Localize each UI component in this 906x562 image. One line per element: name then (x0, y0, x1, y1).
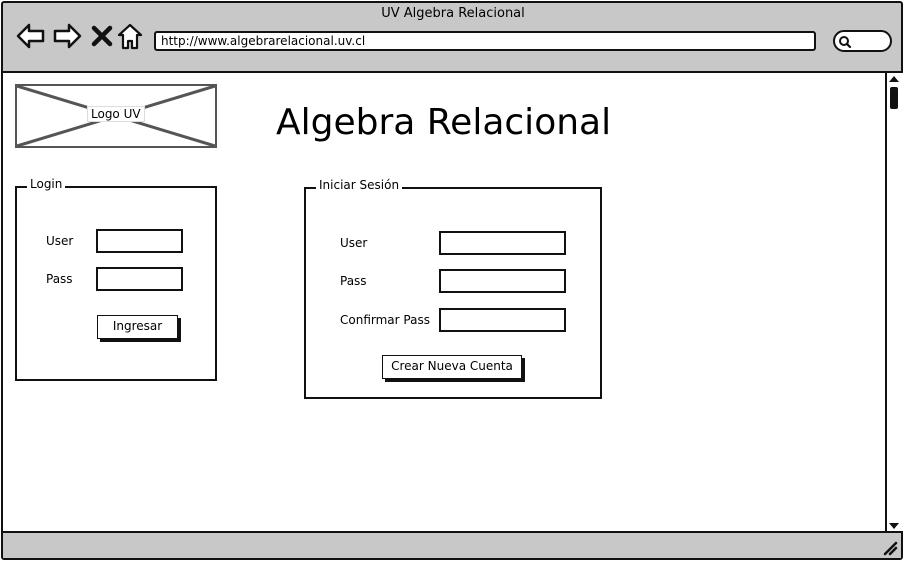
signup-pass-input[interactable] (439, 269, 566, 293)
back-arrow-icon[interactable] (16, 22, 46, 50)
login-submit-button[interactable]: Ingresar (97, 315, 178, 339)
create-account-button[interactable]: Crear Nueva Cuenta (382, 355, 522, 379)
scroll-down-arrow-icon[interactable] (888, 521, 900, 531)
scroll-thumb[interactable] (890, 87, 898, 109)
login-legend: Login (27, 177, 66, 191)
page-title: Algebra Relacional (276, 102, 612, 143)
status-bar (3, 533, 901, 558)
logo-label: Logo UV (87, 106, 145, 122)
window-title: UV Algebra Relacional (381, 6, 525, 21)
signup-pass-label: Pass (340, 274, 367, 288)
browser-search-field[interactable] (833, 30, 892, 52)
signup-confirm-label: Confirmar Pass (340, 313, 430, 327)
signup-user-label: User (340, 236, 368, 250)
signup-legend: Iniciar Sesión (316, 178, 403, 192)
login-pass-input[interactable] (96, 267, 183, 291)
close-icon[interactable] (91, 22, 113, 50)
login-user-label: User (46, 234, 74, 248)
resize-grip-icon[interactable] (882, 540, 898, 556)
search-icon (839, 36, 852, 49)
scroll-up-arrow-icon[interactable] (888, 74, 900, 84)
login-pass-label: Pass (46, 272, 73, 286)
login-user-input[interactable] (96, 229, 183, 253)
signup-user-input[interactable] (439, 231, 566, 255)
vertical-scrollbar[interactable] (885, 71, 903, 533)
home-icon[interactable] (117, 22, 143, 52)
signup-confirm-input[interactable] (439, 308, 566, 332)
url-bar[interactable]: http://www.algebrarelacional.uv.cl (154, 31, 816, 51)
forward-arrow-icon[interactable] (52, 22, 82, 50)
